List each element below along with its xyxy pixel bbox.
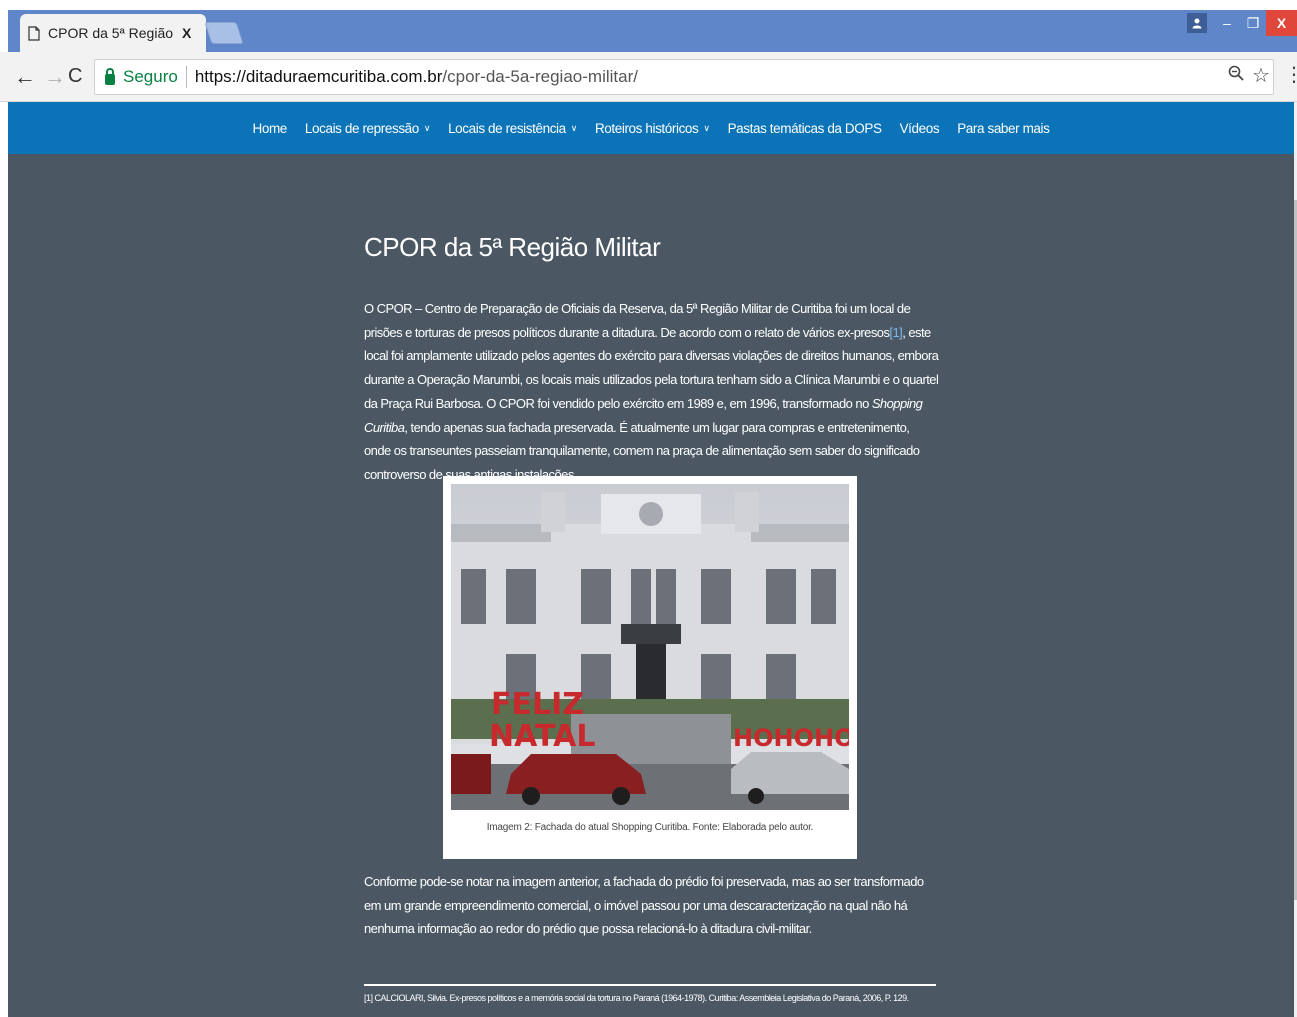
new-tab-button[interactable]	[204, 22, 244, 44]
tab-title: CPOR da 5ª Região Milita	[48, 25, 174, 41]
figure-caption: Imagem 2: Fachada do atual Shopping Curi…	[486, 822, 814, 833]
url-host: https://ditaduraemcuritiba.com.br	[194, 67, 443, 86]
reload-icon[interactable]: C	[68, 65, 82, 88]
nav-item-home[interactable]: Home	[252, 120, 287, 136]
bookmark-star-icon[interactable]: ☆	[1252, 63, 1270, 88]
footnote: [1] CALCIOLARI, Silvia. Ex-presos políti…	[364, 993, 909, 1003]
footnote-link[interactable]: [1]	[889, 325, 902, 340]
zoom-icon[interactable]	[1228, 65, 1244, 86]
site-nav: Home Locais de repressão ∨ Locais de resi…	[8, 102, 1294, 154]
nav-item-para-saber-mais[interactable]: Para saber mais	[957, 120, 1050, 136]
nav-item-pastas-dops[interactable]: Pastas temáticas da DOPS	[728, 121, 882, 136]
nav-label: Para saber mais	[957, 120, 1050, 136]
minimize-button[interactable]: –	[1214, 10, 1240, 36]
footnote-divider	[364, 984, 936, 986]
nav-label: Vídeos	[899, 120, 940, 136]
article-paragraph-1: O CPOR – Centro de Preparação de Oficiai…	[364, 297, 939, 487]
article-figure: FELIZ NATAL HOHOHO Imagem 2: Fachada do …	[443, 476, 857, 859]
nav-item-roteiros[interactable]: Roteiros históricos ∨	[595, 121, 710, 136]
page-title: CPOR da 5ª Região Militar	[364, 232, 661, 262]
sign-hohoho: HOHOHO	[733, 724, 849, 752]
tab-close-button[interactable]: X	[182, 25, 191, 41]
profile-icon[interactable]	[1187, 13, 1207, 33]
nav-label: Locais de repressão	[304, 120, 419, 136]
page-viewport: Home Locais de repressão ∨ Locais de resi…	[8, 102, 1294, 1017]
paragraph-text: O CPOR – Centro de Preparação de Oficiai…	[364, 301, 911, 340]
article-paragraph-2: Conforme pode-se notar na imagem anterio…	[364, 874, 924, 937]
nav-label: Home	[252, 120, 287, 136]
building-photo: FELIZ NATAL HOHOHO	[451, 484, 849, 810]
chevron-down-icon: ∨	[423, 122, 431, 133]
paragraph-text: , tendo apenas sua fachada preservada. É…	[364, 419, 920, 482]
page-icon	[28, 25, 40, 41]
chevron-down-icon: ∨	[570, 122, 578, 133]
nav-item-locais-repressao[interactable]: Locais de repressão ∨	[304, 120, 431, 136]
sign-natal: NATAL	[489, 719, 595, 754]
browser-menu-icon[interactable]: ⋮	[1284, 62, 1297, 87]
address-bar[interactable]: Seguro https://ditaduraemcuritiba.com.br…	[94, 59, 1274, 95]
back-arrow-icon[interactable]: ←	[14, 64, 36, 90]
article: CPOR da 5ª Região Militar O CPOR – Centr…	[364, 232, 939, 487]
sign-feliz: FELIZ	[491, 687, 584, 722]
forward-arrow-icon[interactable]: →	[44, 64, 66, 90]
nav-item-locais-resistencia[interactable]: Locais de resistência ∨	[448, 121, 577, 136]
maximize-button[interactable]: ❐	[1240, 10, 1266, 36]
nav-label: Locais de resistência	[448, 120, 566, 136]
nav-label: Pastas temáticas da DOPS	[727, 120, 882, 136]
tab-active[interactable]: CPOR da 5ª Região Milita X	[20, 14, 206, 52]
address-separator	[185, 66, 187, 88]
chevron-down-icon: ∨	[703, 122, 710, 133]
url-path: /cpor-da-5a-regiao-militar/	[442, 67, 638, 86]
lock-icon	[105, 67, 115, 85]
nav-label: Roteiros históricos	[594, 120, 699, 136]
nav-item-videos[interactable]: Vídeos	[900, 121, 940, 136]
secure-label: Seguro	[123, 67, 178, 86]
close-window-button[interactable]: X	[1266, 10, 1297, 36]
